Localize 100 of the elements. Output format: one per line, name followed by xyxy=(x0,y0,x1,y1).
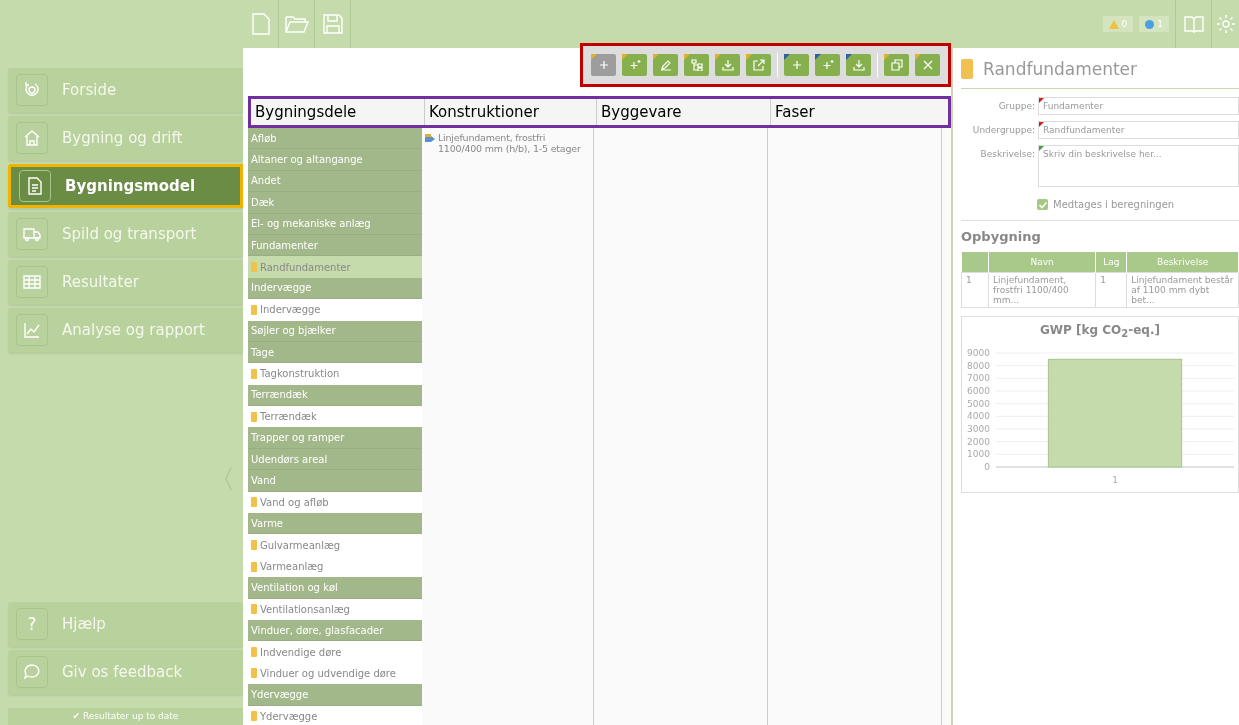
tree-group[interactable]: Tage xyxy=(248,341,422,364)
folder-icon xyxy=(251,604,257,615)
toolbar-button[interactable] xyxy=(846,54,871,76)
external-link-icon xyxy=(752,59,765,71)
tree-item[interactable]: Indvendige døre xyxy=(248,641,422,663)
axis-label: 1 xyxy=(1112,475,1118,485)
checkbox[interactable] xyxy=(1037,199,1048,210)
tree-group[interactable]: Andet xyxy=(248,170,422,193)
folder-icon xyxy=(251,711,257,722)
collapse-handle[interactable]: 〈 xyxy=(209,461,235,497)
copy-icon xyxy=(890,59,903,71)
toolbar-button[interactable] xyxy=(653,54,678,76)
field-label: Gruppe: xyxy=(997,100,1036,111)
info-badge[interactable]: 1 xyxy=(1139,16,1169,32)
field-label: Beskrivelse: xyxy=(979,148,1036,159)
axis-label: 3000 xyxy=(967,424,990,435)
tree-group[interactable]: Ydervægge xyxy=(248,684,422,706)
plus-icon xyxy=(790,59,803,71)
pencil-icon xyxy=(659,59,672,71)
house-icon xyxy=(23,129,41,147)
input-field[interactable]: Fundamenter xyxy=(1038,97,1239,115)
nav-item[interactable]: Analyse og rapport xyxy=(8,308,243,352)
field-label: Undergruppe: xyxy=(971,124,1036,135)
axis-label: 5000 xyxy=(967,399,990,410)
warning-icon xyxy=(1108,19,1119,29)
axis-label: 1000 xyxy=(967,449,990,460)
folder-icon xyxy=(251,411,257,422)
nav-item[interactable]: Bygning og drift xyxy=(8,116,243,160)
table-cell: Linjefundament, frostfri 1100/400 mm... xyxy=(988,272,1096,308)
tree-item[interactable]: Indervægge xyxy=(248,299,422,321)
tree-group[interactable]: Trapper og ramper xyxy=(248,427,422,449)
table-header: Beskrivelse xyxy=(1126,252,1239,273)
tree-group[interactable]: Dæk xyxy=(248,192,422,214)
tree-item[interactable]: Vand og afløb xyxy=(248,491,422,514)
input-field[interactable]: Randfundamenter xyxy=(1038,121,1239,139)
nav-item[interactable]: Resultater xyxy=(8,260,243,304)
tree-item[interactable]: Terrændæk xyxy=(248,406,422,428)
tree-item[interactable]: Vinduer og udvendige døre xyxy=(248,662,422,685)
toolbar-button[interactable] xyxy=(684,54,709,76)
column-header: Bygningsdele xyxy=(251,99,425,125)
tree-group[interactable]: El- og mekaniske anlæg xyxy=(248,213,422,235)
folder-icon xyxy=(251,369,257,379)
nav-item[interactable]: Forside xyxy=(8,68,243,112)
tree-group[interactable]: Udendørs areal xyxy=(248,448,422,471)
folder-icon xyxy=(251,647,257,658)
folder-icon xyxy=(251,497,257,508)
tree-group[interactable]: Fundamenter xyxy=(248,234,422,257)
tree-item[interactable]: Gulvarmeanlæg xyxy=(248,534,422,556)
tree-group[interactable]: Altaner og altangange xyxy=(248,149,422,171)
tree-group[interactable]: Indervægge xyxy=(248,277,422,300)
info-icon xyxy=(1145,19,1155,29)
axis-label: 4000 xyxy=(967,411,990,422)
layers-icon xyxy=(424,133,436,143)
folder-icon xyxy=(251,304,257,315)
toolbar-button[interactable] xyxy=(915,54,940,76)
document-icon xyxy=(26,177,44,195)
tree-item[interactable]: Ventilationsanlæg xyxy=(248,598,422,620)
tree-group[interactable]: Vand xyxy=(248,470,422,492)
construction-item[interactable]: Linjefundament, frostfri 1100/400 mm (h/b), 1-5 etager xyxy=(422,128,593,158)
toolbar-button[interactable] xyxy=(815,54,840,76)
section-heading: Opbygning xyxy=(961,228,1042,246)
tree-group[interactable]: Afløb xyxy=(248,128,422,150)
close-icon xyxy=(921,59,934,71)
warning-count: 0 xyxy=(1121,19,1128,29)
tree-group[interactable]: Søjler og bjælker xyxy=(248,320,422,342)
tree-item[interactable]: Randfundamenter xyxy=(248,256,422,278)
axis-label: 9000 xyxy=(967,348,990,359)
info-count: 1 xyxy=(1157,19,1163,29)
axis-label: 6000 xyxy=(967,386,990,397)
table-icon xyxy=(23,273,41,291)
tree-item[interactable]: Varmeanlæg xyxy=(248,555,422,578)
tree-item[interactable]: Tagkonstruktion xyxy=(248,363,422,385)
column-header: Konstruktioner xyxy=(425,99,597,125)
column-header: Faser xyxy=(774,102,816,123)
tree-item[interactable]: Ydervægge xyxy=(248,705,422,725)
nav-item[interactable]: ? Hjælp xyxy=(8,602,243,646)
sparkle-plus-icon xyxy=(628,59,641,71)
axis-label: 7000 xyxy=(967,373,990,384)
tree-group[interactable]: Ventilation og køl xyxy=(248,577,422,599)
nav-item[interactable]: Spild og transport xyxy=(8,212,243,256)
table-header: Navn xyxy=(988,252,1096,273)
tree-group[interactable]: Vinduer, døre, glasfacader xyxy=(248,620,422,642)
tree-group[interactable]: Terrændæk xyxy=(248,384,422,407)
nav-item[interactable]: Giv os feedback xyxy=(8,650,243,694)
folder-icon xyxy=(961,59,973,79)
download-icon xyxy=(852,59,865,71)
speech-bubble-icon xyxy=(23,663,41,681)
axis-label: 8000 xyxy=(967,361,990,372)
truck-icon xyxy=(23,225,41,243)
circle-arrow-icon xyxy=(23,81,41,99)
axis-label: 0 xyxy=(984,462,990,473)
checkbox-label: Medtages i beregningen xyxy=(1053,199,1175,210)
description-field[interactable]: Skriv din beskrivelse her... xyxy=(1038,145,1239,187)
warning-badge[interactable]: 0 xyxy=(1102,16,1134,32)
table-cell: 1 xyxy=(961,272,989,308)
folder-icon xyxy=(251,540,257,551)
tree-group[interactable]: Varme xyxy=(248,513,422,535)
folder-icon xyxy=(251,262,257,273)
toolbar-button[interactable] xyxy=(784,54,809,76)
nav-item[interactable]: Bygningsmodel xyxy=(8,164,243,208)
